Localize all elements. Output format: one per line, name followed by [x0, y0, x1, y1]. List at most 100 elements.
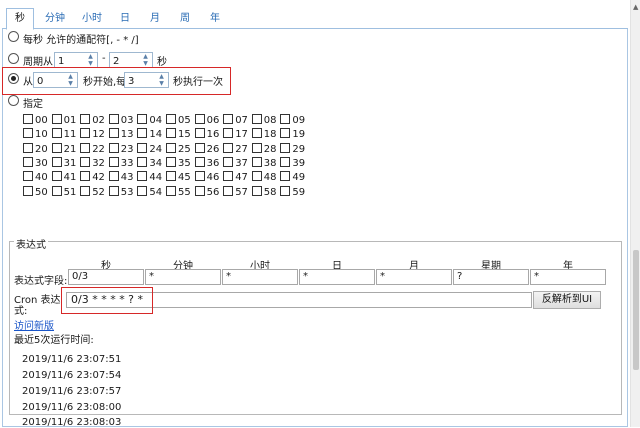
checkbox-box[interactable]: [108, 185, 119, 196]
checkbox-box[interactable]: [166, 171, 176, 182]
second-checkbox[interactable]: 49: [280, 171, 305, 184]
checkbox-box[interactable]: [223, 142, 234, 153]
checkbox-box[interactable]: [108, 171, 119, 182]
checkbox-box[interactable]: [137, 128, 148, 139]
field-week[interactable]: ?: [453, 269, 529, 285]
scroll-up-icon[interactable]: ▲: [633, 3, 638, 11]
checkbox-box[interactable]: [280, 185, 291, 196]
checkbox-box[interactable]: [194, 142, 205, 153]
field-month[interactable]: *: [376, 269, 452, 285]
from-step-stepper[interactable]: 3 ▲ ▼: [124, 72, 169, 88]
second-checkbox[interactable]: 51: [51, 185, 76, 199]
second-checkbox[interactable]: 15: [166, 128, 191, 141]
checkbox-box[interactable]: [223, 156, 234, 167]
checkbox-box[interactable]: [194, 185, 205, 196]
second-checkbox[interactable]: 45: [166, 171, 191, 184]
new-version-link[interactable]: 访问新版: [14, 317, 54, 332]
second-checkbox[interactable]: 43: [108, 171, 134, 184]
second-checkbox[interactable]: 24: [137, 142, 162, 156]
checkbox-box[interactable]: [51, 142, 62, 153]
second-checkbox[interactable]: 44: [137, 171, 162, 184]
checkbox-box[interactable]: [280, 142, 291, 153]
second-checkbox[interactable]: 18: [251, 128, 277, 141]
second-checkbox[interactable]: 00: [23, 114, 48, 127]
stepper-arrows-icon[interactable]: ▲ ▼: [157, 73, 166, 87]
checkbox-box[interactable]: [251, 171, 262, 182]
checkbox-box[interactable]: [51, 114, 62, 124]
second-checkbox[interactable]: 22: [80, 142, 105, 156]
second-checkbox[interactable]: 55: [166, 185, 191, 199]
second-checkbox[interactable]: 10: [23, 128, 48, 141]
checkbox-box[interactable]: [80, 128, 91, 139]
checkbox-box[interactable]: [23, 171, 33, 182]
checkbox-box[interactable]: [23, 156, 33, 167]
stepper-arrows-icon[interactable]: ▲ ▼: [66, 73, 75, 87]
checkbox-box[interactable]: [23, 142, 33, 153]
second-checkbox[interactable]: 36: [194, 156, 219, 170]
checkbox-box[interactable]: [137, 142, 148, 153]
second-checkbox[interactable]: 50: [23, 185, 48, 199]
second-checkbox[interactable]: 33: [108, 156, 134, 170]
second-checkbox[interactable]: 20: [23, 142, 48, 156]
checkbox-box[interactable]: [166, 114, 176, 124]
second-checkbox[interactable]: 01: [51, 114, 76, 127]
second-checkbox[interactable]: 21: [51, 142, 76, 156]
checkbox-box[interactable]: [51, 156, 62, 167]
checkbox-box[interactable]: [23, 114, 33, 124]
cycle-to-stepper[interactable]: 2 ▲ ▼: [109, 52, 153, 68]
checkbox-box[interactable]: [223, 185, 234, 196]
vertical-scrollbar[interactable]: ▲: [630, 0, 640, 427]
second-checkbox[interactable]: 13: [108, 128, 134, 141]
second-checkbox[interactable]: 32: [80, 156, 105, 170]
second-checkbox[interactable]: 58: [251, 185, 277, 199]
stepper-arrows-icon[interactable]: ▲ ▼: [86, 53, 95, 67]
second-checkbox[interactable]: 37: [223, 156, 248, 170]
second-checkbox[interactable]: 53: [108, 185, 134, 199]
checkbox-box[interactable]: [280, 114, 291, 124]
checkbox-box[interactable]: [166, 142, 176, 153]
second-checkbox[interactable]: 23: [108, 142, 134, 156]
field-hour[interactable]: *: [222, 269, 298, 285]
second-checkbox[interactable]: 54: [137, 185, 162, 199]
second-checkbox[interactable]: 04: [137, 114, 162, 127]
checkbox-box[interactable]: [280, 171, 291, 182]
second-checkbox[interactable]: 31: [51, 156, 76, 170]
second-checkbox[interactable]: 47: [223, 171, 248, 184]
checkbox-box[interactable]: [280, 128, 291, 139]
checkbox-box[interactable]: [251, 142, 262, 153]
tab-minute[interactable]: 分钟: [38, 9, 72, 28]
field-minute[interactable]: *: [145, 269, 221, 285]
checkbox-box[interactable]: [80, 142, 91, 153]
checkbox-box[interactable]: [223, 128, 234, 139]
second-checkbox[interactable]: 17: [223, 128, 248, 141]
second-checkbox[interactable]: 27: [223, 142, 248, 156]
second-checkbox[interactable]: 38: [251, 156, 277, 170]
checkbox-box[interactable]: [51, 185, 62, 196]
second-checkbox[interactable]: 16: [194, 128, 219, 141]
checkbox-box[interactable]: [194, 128, 205, 139]
second-checkbox[interactable]: 05: [166, 114, 191, 127]
second-checkbox[interactable]: 19: [280, 128, 305, 141]
second-checkbox[interactable]: 02: [80, 114, 105, 127]
second-checkbox[interactable]: 12: [80, 128, 105, 141]
second-checkbox[interactable]: 35: [166, 156, 191, 170]
second-checkbox[interactable]: 48: [251, 171, 277, 184]
second-checkbox[interactable]: 09: [280, 114, 305, 127]
second-checkbox[interactable]: 52: [80, 185, 105, 199]
checkbox-box[interactable]: [251, 156, 262, 167]
tab-day[interactable]: 日: [112, 9, 138, 28]
second-checkbox[interactable]: 25: [166, 142, 191, 156]
checkbox-box[interactable]: [223, 171, 234, 182]
radio-from[interactable]: [8, 73, 19, 84]
checkbox-box[interactable]: [137, 114, 148, 124]
checkbox-box[interactable]: [23, 128, 33, 139]
checkbox-box[interactable]: [108, 156, 119, 167]
checkbox-box[interactable]: [108, 114, 119, 124]
checkbox-box[interactable]: [251, 114, 262, 124]
checkbox-box[interactable]: [108, 128, 119, 139]
second-checkbox[interactable]: 14: [137, 128, 162, 141]
second-checkbox[interactable]: 06: [194, 114, 219, 127]
checkbox-box[interactable]: [51, 171, 62, 182]
checkbox-box[interactable]: [280, 156, 291, 167]
second-checkbox[interactable]: 46: [194, 171, 219, 184]
